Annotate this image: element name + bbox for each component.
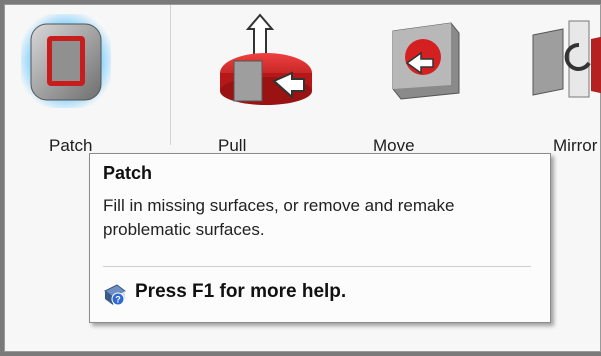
ribbon-panel: Patch Pull Move Mirror Patch Fill in mis… — [4, 4, 601, 352]
tooltip-description: Fill in missing surfaces, or remove and … — [103, 196, 455, 239]
mirror-tool-button[interactable]: Mirror — [525, 5, 601, 165]
pull-tool-button[interactable]: Pull — [210, 5, 360, 165]
move-tool-button[interactable]: Move — [373, 5, 489, 165]
help-book-icon: ? — [104, 284, 126, 306]
svg-text:?: ? — [115, 295, 121, 305]
patch-icon — [21, 14, 111, 108]
pull-icon — [220, 13, 312, 105]
tooltip-popup: Patch Fill in missing surfaces, or remov… — [89, 153, 551, 323]
group-divider — [170, 5, 171, 145]
move-face-icon — [392, 22, 460, 100]
tooltip-divider — [103, 266, 531, 267]
tooltip-title: Patch — [103, 163, 153, 183]
tool-label: Mirror — [553, 136, 598, 155]
tooltip-help-text: Press F1 for more help. — [135, 281, 347, 302]
mirror-icon — [532, 20, 601, 98]
patch-tool-button[interactable]: Patch — [5, 5, 169, 165]
tool-label: Patch — [49, 136, 93, 155]
